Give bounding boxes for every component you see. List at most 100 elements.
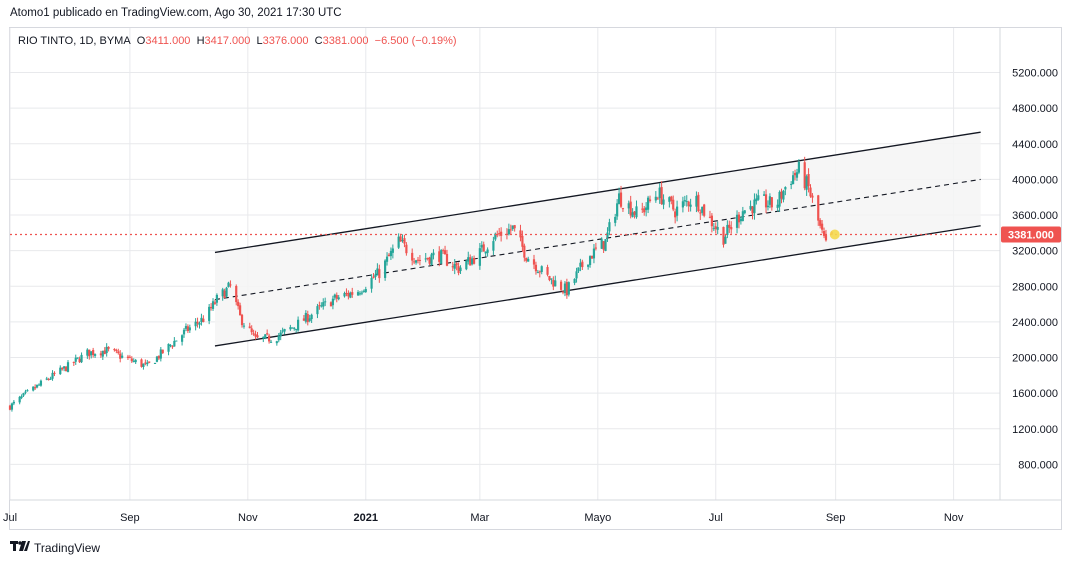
candle (144, 359, 147, 366)
candle (53, 371, 56, 377)
candle (61, 366, 64, 371)
candle (107, 346, 110, 352)
candle (66, 360, 70, 373)
candle (20, 394, 23, 400)
candle (182, 327, 186, 338)
candle (148, 361, 151, 364)
price-axis: 800.000 1200.000 1600.000 2000.000 2400.000 2… (999, 28, 1058, 500)
candle (140, 358, 143, 368)
footer-brand[interactable]: TradingView (10, 540, 100, 555)
candle (703, 203, 706, 218)
candle (208, 303, 211, 325)
price-tick-label: 1200.000 (1012, 424, 1058, 436)
candle (196, 317, 199, 328)
candle (186, 324, 189, 334)
candle (171, 345, 174, 349)
candle (51, 370, 54, 381)
candle (275, 340, 278, 346)
candle (134, 358, 137, 365)
candle (430, 252, 433, 266)
legend-open-value: 3411.000 (145, 35, 191, 47)
candle (567, 281, 570, 297)
candle (88, 349, 91, 360)
price-tick-label: 1600.000 (1012, 388, 1058, 400)
candle (47, 377, 50, 381)
last-price-highlight (829, 229, 840, 240)
tradingview-logo-icon (10, 540, 30, 555)
candle (440, 249, 443, 264)
candle (146, 359, 149, 367)
time-tick-label: Mayo (584, 512, 611, 524)
candle (34, 384, 37, 390)
candle (384, 259, 387, 281)
ohlc-legend: RIO TINTO, 1D, BYMA O3411.000 H3417.000 … (18, 35, 457, 47)
candle (142, 363, 145, 370)
candle (200, 313, 203, 326)
candle (76, 357, 79, 360)
legend-symbol: RIO TINTO, 1D, BYMA (18, 35, 131, 47)
chart-svg[interactable]: Jul Sep Nov 2021 Mar Mayo Jul Sep Nov 800.000 120… (0, 0, 1079, 566)
candle (45, 376, 48, 381)
candle (49, 376, 52, 380)
candle (101, 350, 104, 361)
legend-close-value: 3381.000 (322, 35, 369, 47)
candle (72, 361, 75, 366)
candle (35, 384, 39, 389)
candle (115, 348, 118, 354)
price-tick-label: 2800.000 (1012, 281, 1058, 293)
time-tick-label: Sep (120, 512, 140, 524)
candle (167, 343, 170, 356)
candle (209, 303, 213, 311)
candle (74, 354, 77, 365)
candle (184, 323, 188, 332)
candle (465, 259, 468, 271)
time-tick-label: Jul (709, 512, 723, 524)
candle (22, 392, 25, 398)
candle (202, 315, 205, 323)
candle (604, 239, 607, 252)
candle (173, 337, 176, 347)
candle (722, 226, 725, 248)
candle (105, 343, 108, 357)
candle (80, 352, 83, 364)
candle (103, 347, 106, 355)
candle (37, 383, 41, 386)
price-tick-label: 800.000 (1018, 459, 1058, 471)
x-axis-ticks: Jul Sep Nov 2021 Mar Mayo Jul Sep Nov (3, 499, 1062, 524)
price-tick-label: 4800.000 (1012, 103, 1058, 115)
candle (92, 347, 95, 358)
candle (59, 365, 62, 375)
price-tick-label: 3200.000 (1012, 246, 1058, 258)
candle (262, 336, 265, 343)
candle (128, 355, 131, 359)
candle (32, 386, 35, 392)
candle (119, 350, 122, 363)
candle (161, 349, 164, 354)
time-tick-label: Sep (826, 512, 846, 524)
legend-close-label: C (314, 35, 323, 47)
candle (113, 348, 116, 352)
candle (26, 389, 29, 392)
time-tick-label: Mar (470, 512, 489, 524)
candle (10, 402, 14, 412)
candle (117, 348, 120, 355)
candle (155, 355, 159, 363)
price-tick-label: 5200.000 (1012, 68, 1058, 80)
time-tick-label: Nov (238, 512, 258, 524)
candle (63, 366, 66, 372)
price-tick-label: 4000.000 (1012, 174, 1058, 186)
price-tick-label: 2000.000 (1012, 353, 1058, 365)
candle (169, 344, 172, 348)
candle (198, 321, 201, 329)
candle (188, 324, 191, 333)
footer-brand-label: TradingView (34, 540, 101, 555)
legend-high-value: 3417.000 (204, 35, 251, 47)
legend-low-value: 3376.000 (262, 35, 309, 47)
candle (99, 350, 102, 358)
time-tick-label: Nov (944, 512, 964, 524)
price-tick-label: 4400.000 (1012, 139, 1058, 151)
candle (132, 358, 135, 363)
candle (175, 340, 178, 342)
candle (8, 404, 12, 411)
candle (12, 400, 15, 406)
